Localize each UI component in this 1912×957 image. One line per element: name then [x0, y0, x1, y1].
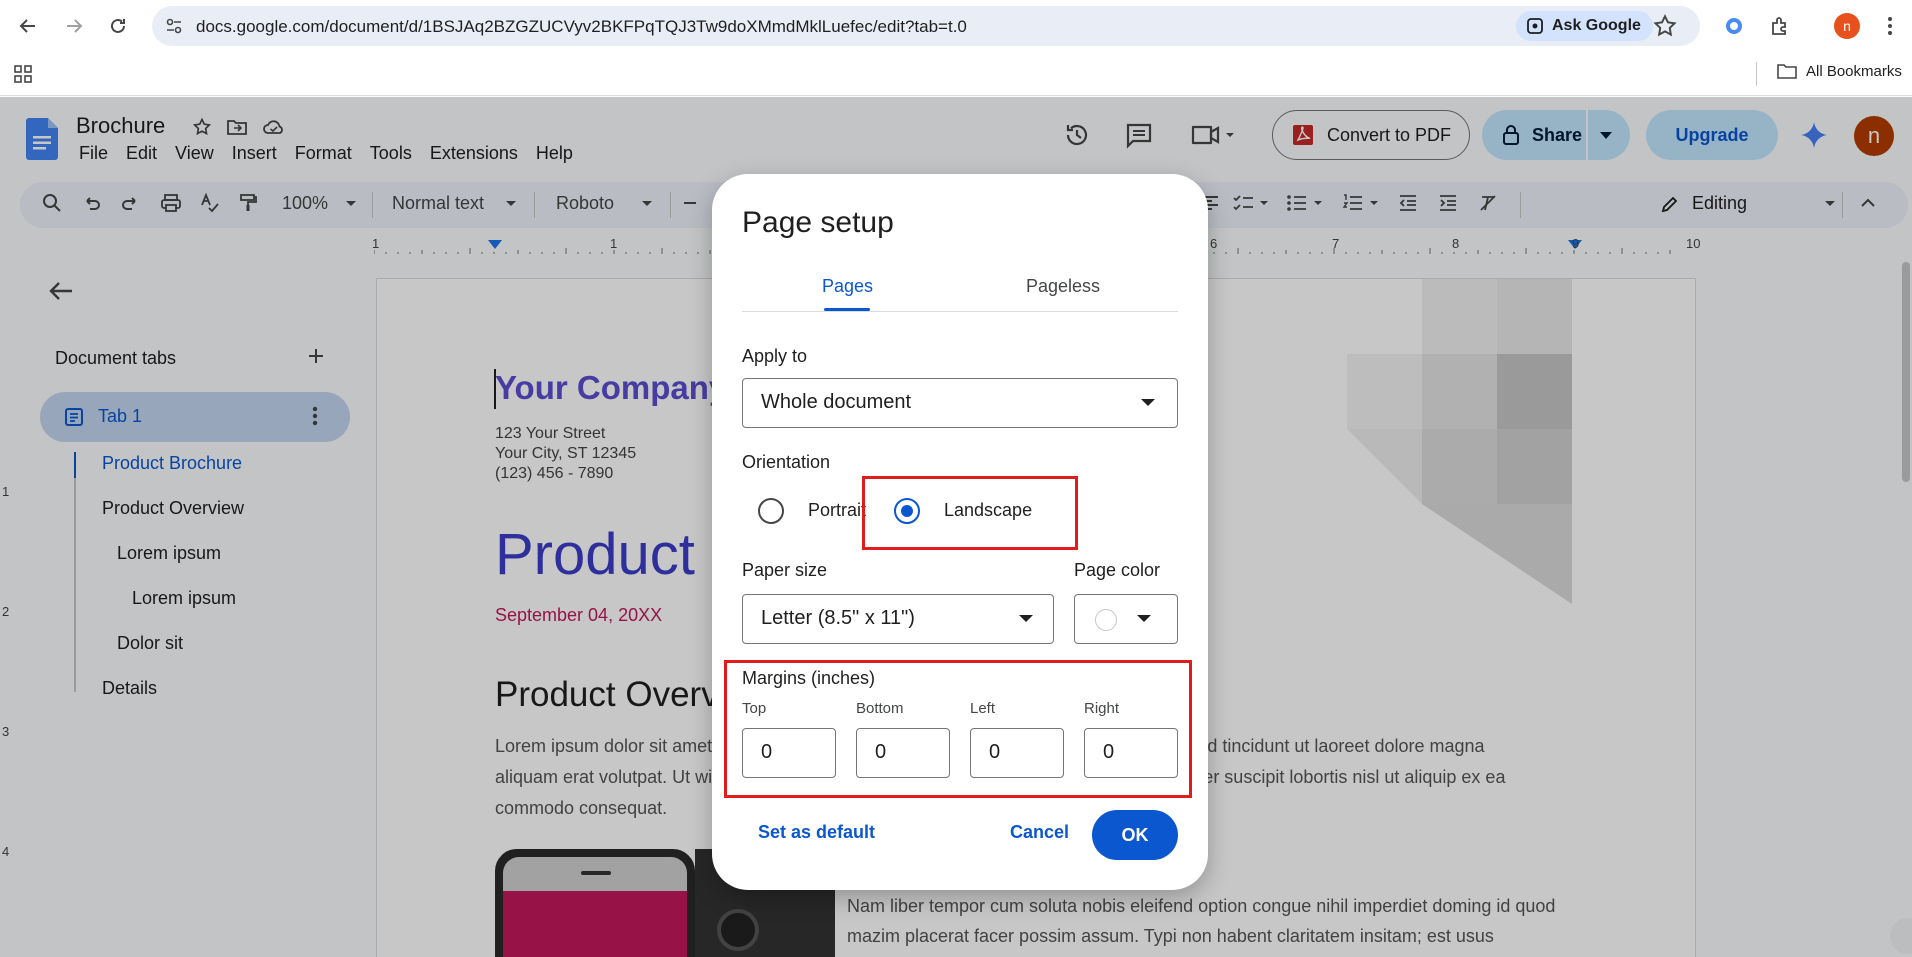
apply-to-select[interactable]: Whole document [742, 378, 1178, 428]
portrait-radio[interactable] [758, 498, 784, 524]
lens-icon [1527, 18, 1543, 34]
all-bookmarks-button[interactable]: All Bookmarks [1776, 62, 1902, 80]
bookmarks-bar: All Bookmarks [0, 52, 1912, 96]
dialog-tabs: Pages Pageless [742, 260, 1178, 312]
site-settings-icon[interactable] [164, 16, 184, 36]
margin-bottom-value: 0 [875, 741, 887, 763]
tab-pages[interactable]: Pages [822, 276, 873, 297]
bookmarks-divider [1756, 62, 1757, 86]
ok-button[interactable]: OK [1092, 810, 1178, 860]
margin-left-label: Left [970, 700, 996, 717]
page-setup-dialog: Page setup Pages Pageless Apply to Whole… [712, 174, 1208, 890]
paper-size-label: Paper size [742, 560, 828, 580]
back-icon[interactable] [14, 12, 42, 40]
margin-top-label: Top [742, 700, 767, 717]
reload-icon[interactable] [104, 12, 132, 40]
ask-google-label: Ask Google [1552, 17, 1641, 34]
bookmark-star-icon[interactable] [1652, 13, 1678, 39]
forward-icon[interactable] [60, 12, 88, 40]
margin-right-label: Right [1084, 700, 1120, 717]
landscape-highlight-box [862, 476, 1078, 550]
margin-bottom-input[interactable]: 0 [856, 728, 950, 778]
orientation-label: Orientation [742, 452, 831, 472]
paper-size-select[interactable]: Letter (8.5" x 11") [742, 594, 1054, 644]
ask-google-button[interactable]: Ask Google [1516, 11, 1653, 41]
margin-left-value: 0 [989, 741, 1001, 763]
apply-to-value: Whole document [761, 391, 912, 413]
page-color-label: Page color [1074, 560, 1161, 580]
chevron-down-icon [1137, 615, 1151, 623]
browser-menu-icon[interactable] [1878, 12, 1902, 40]
margin-bottom-label: Bottom [856, 700, 904, 717]
chevron-down-icon [1141, 399, 1155, 407]
margin-right-input[interactable]: 0 [1084, 728, 1178, 778]
margin-left-input[interactable]: 0 [970, 728, 1064, 778]
cancel-button[interactable]: Cancel [1010, 822, 1069, 843]
browser-profile-avatar[interactable]: n [1834, 13, 1860, 39]
margin-top-value: 0 [761, 741, 773, 763]
portrait-label[interactable]: Portrait [808, 500, 866, 521]
page-color-select[interactable] [1074, 594, 1178, 644]
extensions-puzzle-icon[interactable] [1766, 12, 1794, 40]
dialog-title: Page setup [742, 206, 894, 239]
address-bar[interactable]: docs.google.com/document/d/1BSJAq2BZGZUC… [152, 6, 1700, 46]
tab-pageless[interactable]: Pageless [1026, 276, 1100, 297]
all-bookmarks-label: All Bookmarks [1806, 62, 1902, 80]
browser-toolbar: docs.google.com/document/d/1BSJAq2BZGZUC… [0, 0, 1912, 52]
paper-size-value: Letter (8.5" x 11") [761, 607, 915, 629]
set-as-default-button[interactable]: Set as default [758, 822, 875, 843]
margin-right-value: 0 [1103, 741, 1115, 763]
extension-icon[interactable] [1720, 12, 1748, 40]
margins-label: Margins (inches) [742, 668, 876, 688]
url-text: docs.google.com/document/d/1BSJAq2BZGZUC… [196, 17, 967, 36]
page-color-swatch [1095, 609, 1117, 631]
apply-to-label: Apply to [742, 346, 808, 366]
active-tab-indicator [824, 308, 870, 311]
margin-top-input[interactable]: 0 [742, 728, 836, 778]
chevron-down-icon [1019, 615, 1033, 623]
apps-grid-icon[interactable] [12, 63, 34, 85]
folder-icon [1777, 64, 1797, 79]
